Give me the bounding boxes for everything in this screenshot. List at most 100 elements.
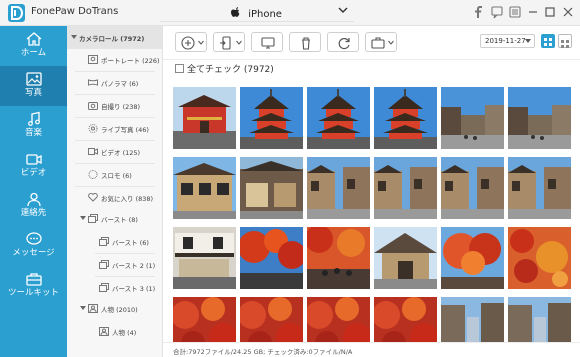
people-icon [88, 304, 98, 313]
select-all-checkbox[interactable]: 全てチェック (7972) [175, 62, 274, 76]
add-icon [181, 36, 195, 50]
expand-triangle-icon [80, 306, 86, 310]
portrait-icon [88, 55, 98, 64]
album-selfie[interactable]: 自撮り (238) [67, 94, 162, 117]
album-panorama[interactable]: パノラマ (6) [67, 71, 162, 94]
photo-thumbnail[interactable] [374, 157, 437, 219]
apple-icon [231, 7, 240, 17]
photo-thumbnail[interactable] [441, 297, 504, 342]
facebook-icon[interactable] [472, 5, 486, 19]
nav-label: ホーム [20, 48, 47, 58]
album-burst-child[interactable]: バースト 3 (1) [67, 276, 162, 299]
expand-triangle-icon [80, 216, 86, 220]
photo-thumbnail[interactable] [307, 157, 370, 219]
album-burst-child[interactable]: バースト 2 (1) [67, 253, 162, 276]
checkbox[interactable] [175, 64, 184, 73]
photo-image [508, 297, 571, 342]
title-bar: FonePaw DoTrans iPhone [0, 0, 580, 26]
app-logo-icon [8, 4, 25, 22]
album-label: バースト 3 (1) [112, 285, 156, 293]
feedback-icon[interactable] [490, 5, 504, 19]
export-to-pc-button[interactable] [251, 32, 283, 52]
minimize-icon[interactable] [526, 5, 540, 19]
nav-item-home[interactable]: ホーム [0, 26, 67, 66]
photo-thumbnail[interactable] [240, 227, 303, 289]
photo-thumbnail[interactable] [508, 87, 571, 149]
photo-thumbnail[interactable] [307, 87, 370, 149]
nav-item-photos[interactable]: 写真 [0, 66, 67, 106]
date-filter-select[interactable]: 2019-11-27 [480, 34, 535, 48]
burst-icon [99, 237, 109, 246]
music-icon [27, 111, 40, 126]
maximize-icon[interactable] [543, 5, 557, 19]
album-camera-roll[interactable]: カメラロール (7972) [67, 26, 162, 49]
add-button[interactable] [175, 32, 207, 52]
album-people-child[interactable]: 人物 (4) [67, 320, 162, 343]
album-label: ビデオ (125) [101, 149, 141, 157]
album-burst-child[interactable]: バースト (6) [67, 230, 162, 253]
list-view-icon [561, 40, 569, 48]
album-portrait[interactable]: ポートレート (226) [67, 48, 162, 71]
grid-view-button[interactable] [541, 34, 555, 48]
album-label: バースト (6) [112, 239, 149, 247]
album-slomo[interactable]: スロモ (6) [67, 163, 162, 186]
nav-item-music[interactable]: 音楽 [0, 106, 67, 146]
photo-image [240, 87, 303, 149]
nav-item-toolkit[interactable]: ツールキット [0, 266, 67, 306]
album-label: バースト (8) [101, 216, 138, 224]
status-bar: 合計:7972ファイル/24.25 GB; チェック済み:0ファイル/N/A [163, 342, 580, 357]
nav-item-video[interactable]: ビデオ [0, 146, 67, 186]
burst-icon [99, 260, 109, 269]
photo-thumbnail[interactable] [240, 157, 303, 219]
photo-thumbnail[interactable] [374, 227, 437, 289]
photo-image [374, 157, 437, 219]
photo-thumbnail[interactable] [173, 227, 236, 289]
photo-thumbnail[interactable] [508, 297, 571, 342]
status-text: 合計:7972ファイル/24.25 GB; チェック済み:0ファイル/N/A [173, 348, 353, 356]
photo-thumbnail[interactable] [173, 297, 236, 342]
app-title: FonePaw DoTrans [31, 6, 119, 17]
contacts-icon [26, 192, 41, 207]
chevron-down-icon [198, 40, 204, 45]
expand-triangle-icon [71, 35, 77, 39]
photo-thumbnail[interactable] [374, 87, 437, 149]
photo-thumbnail[interactable] [374, 297, 437, 342]
chevron-down-icon [525, 39, 531, 43]
close-icon[interactable] [561, 5, 575, 19]
album-label: スロモ (6) [101, 172, 132, 180]
photo-image [441, 87, 504, 149]
photo-thumbnail[interactable] [441, 157, 504, 219]
list-view-button[interactable] [558, 34, 572, 48]
refresh-button[interactable] [327, 32, 359, 52]
nav-item-messages[interactable]: メッセージ [0, 226, 67, 266]
photo-thumbnail[interactable] [307, 297, 370, 342]
photo-image [508, 87, 571, 149]
photo-image [441, 157, 504, 219]
photo-thumbnail[interactable] [508, 227, 571, 289]
photo-thumbnail[interactable] [441, 227, 504, 289]
menu-icon[interactable] [508, 5, 522, 19]
album-video[interactable]: ビデオ (125) [67, 140, 162, 163]
photo-thumbnail[interactable] [508, 157, 571, 219]
photo-thumbnail[interactable] [173, 87, 236, 149]
album-live-photos[interactable]: ライブ写真 (46) [67, 117, 162, 140]
photo-thumbnail[interactable] [240, 87, 303, 149]
nav-item-contacts[interactable]: 連絡先 [0, 186, 67, 226]
album-favorites[interactable]: お気に入り (838) [67, 186, 162, 209]
album-burst[interactable]: バースト (8) [67, 207, 162, 230]
album-people[interactable]: 人物 (2010) [67, 297, 162, 320]
select-all-label: 全てチェック (7972) [187, 65, 274, 75]
photo-thumbnail[interactable] [307, 227, 370, 289]
toolbox-button[interactable] [365, 32, 397, 52]
export-to-device-button[interactable] [213, 32, 245, 52]
album-label: 人物 (4) [112, 329, 137, 337]
device-selector[interactable]: iPhone [160, 2, 354, 22]
grid-view-icon [544, 38, 552, 46]
photo-thumbnail[interactable] [173, 157, 236, 219]
photo-thumbnail[interactable] [441, 87, 504, 149]
delete-button[interactable] [289, 32, 321, 52]
date-value: 2019-11-27 [485, 37, 526, 45]
toolbox-icon [371, 37, 385, 49]
nav-label: 連絡先 [20, 208, 47, 218]
photo-thumbnail[interactable] [240, 297, 303, 342]
